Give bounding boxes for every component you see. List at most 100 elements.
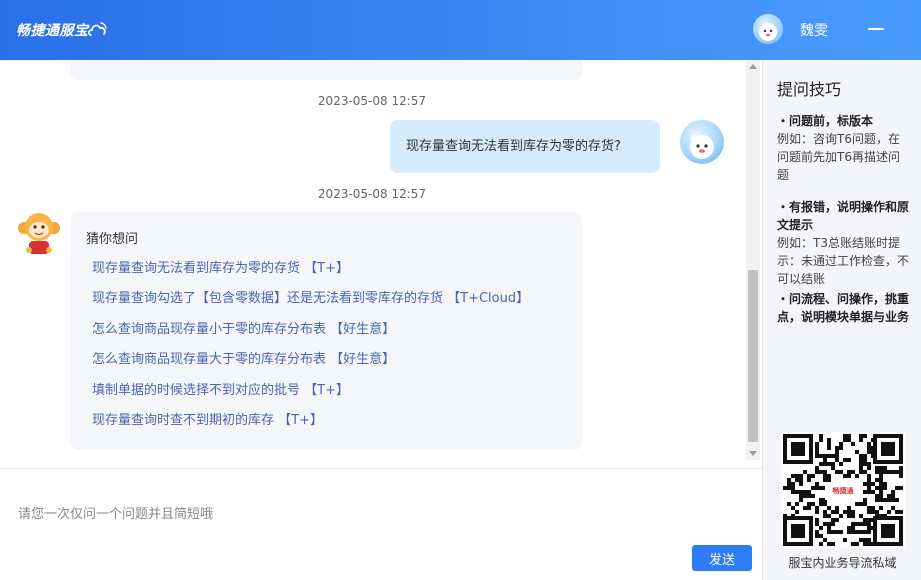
qr-module [847, 438, 851, 442]
qr-module [859, 502, 863, 506]
qr-module [799, 474, 803, 478]
message-input[interactable] [18, 499, 738, 529]
scroll-thumb[interactable] [748, 270, 758, 442]
qr-module [843, 538, 847, 542]
qr-module [823, 510, 827, 514]
qr-module [847, 510, 851, 514]
qr-module [879, 474, 883, 478]
qr-module [899, 470, 903, 474]
qr-module [791, 482, 795, 486]
qr-module [791, 506, 795, 510]
qr-module [851, 442, 855, 446]
qr-module [823, 514, 827, 518]
qr-module [899, 474, 903, 478]
bot-message-bubble: 猜你想问 现存量查询无法看到库存为零的存货 【T+】 现存量查询勾选了【包含零数… [70, 212, 582, 450]
qr-module [847, 474, 851, 478]
qr-module [891, 506, 895, 510]
qr-module [899, 510, 903, 514]
qr-module [859, 438, 863, 442]
qr-module [831, 542, 835, 546]
qr-module [831, 466, 835, 470]
qr-code-graphic: 畅捷通 [781, 432, 905, 548]
qr-module [879, 490, 883, 494]
qr-module [823, 454, 827, 458]
qr-module [855, 530, 859, 534]
qr-module [799, 498, 803, 502]
qr-module [867, 462, 871, 466]
qr-module [899, 486, 903, 490]
qr-module [855, 522, 859, 526]
qr-module [795, 474, 799, 478]
scroll-down-arrow-icon[interactable] [749, 451, 757, 456]
qr-module [875, 510, 879, 514]
qr-module [827, 530, 831, 534]
qr-module [847, 514, 851, 518]
qr-module [867, 482, 871, 486]
qr-module [871, 506, 875, 510]
qr-module [863, 502, 867, 506]
qr-module [827, 506, 831, 510]
qr-module [823, 470, 827, 474]
qr-module [787, 502, 791, 506]
qr-module [863, 434, 867, 438]
qr-module [867, 442, 871, 446]
bot-monkey-avatar-icon [16, 210, 62, 258]
qr-module [831, 522, 835, 526]
tip-example: 例如：T3总账结账时提示：未通过工作检查，不可以结账 [777, 236, 910, 286]
qr-module [867, 478, 871, 482]
qr-module [875, 486, 879, 490]
suggested-question-link[interactable]: 怎么查询商品现存量大于零的库存分布表 【好生意】 [86, 345, 582, 375]
qr-module [839, 514, 843, 518]
suggested-question-link[interactable]: 现存量查询勾选了【包含零数据】还是无法看到零库存的存货 【T+Cloud】 [86, 284, 582, 314]
qr-module [895, 498, 899, 502]
qr-module [791, 490, 795, 494]
qr-module [875, 478, 879, 482]
suggested-question-link[interactable]: 填制单据的时候选择不到对应的批号 【T+】 [86, 376, 582, 406]
qr-module [859, 530, 863, 534]
qr-module [819, 542, 823, 546]
qr-module [859, 538, 863, 542]
qr-logo-text: 畅捷通 [833, 486, 855, 495]
qr-module [891, 470, 895, 474]
qr-module [835, 458, 839, 462]
qr-module [895, 470, 899, 474]
user-avatar[interactable] [753, 14, 783, 44]
qr-module [875, 470, 879, 474]
qr-module [847, 458, 851, 462]
qr-module [883, 482, 887, 486]
qr-module [883, 470, 887, 474]
qr-module [871, 446, 875, 450]
logo-cloud-icon [87, 19, 109, 41]
qr-module [843, 434, 847, 438]
logo-text: 畅捷通服宝 [16, 23, 89, 39]
qr-module [791, 514, 795, 518]
qr-module [811, 486, 815, 490]
qr-module [827, 462, 831, 466]
send-button[interactable]: 发送 [692, 545, 752, 571]
suggested-question-link[interactable]: 现存量查询时查不到期初的库存 【T+】 [86, 406, 582, 436]
qr-module [875, 494, 879, 498]
qr-module [879, 482, 883, 486]
qr-module [815, 486, 819, 490]
qr-module [839, 462, 843, 466]
qr-module [859, 466, 863, 470]
suggested-question-link[interactable]: 怎么查询商品现存量小于零的库存分布表 【好生意】 [86, 315, 582, 345]
qr-module [819, 438, 823, 442]
qr-module [819, 434, 823, 438]
qr-module [859, 522, 863, 526]
qr-module [871, 450, 875, 454]
qr-module [879, 470, 883, 474]
qr-module [883, 486, 887, 490]
suggested-question-link[interactable]: 现存量查询无法看到库存为零的存货 【T+】 [86, 254, 582, 284]
qr-module [819, 502, 823, 506]
qr-module [807, 494, 811, 498]
tip-example: 例如：咨询T6问题，在问题前先加T6再描述问题 [777, 132, 900, 182]
scroll-up-arrow-icon[interactable] [749, 64, 757, 69]
user-name: 魏雯 [800, 23, 828, 39]
qr-module [835, 518, 839, 522]
qr-module [815, 466, 819, 470]
minimize-icon[interactable] [864, 16, 888, 40]
qr-module [863, 462, 867, 466]
chat-scrollbar[interactable] [746, 60, 760, 460]
qr-module [863, 522, 867, 526]
